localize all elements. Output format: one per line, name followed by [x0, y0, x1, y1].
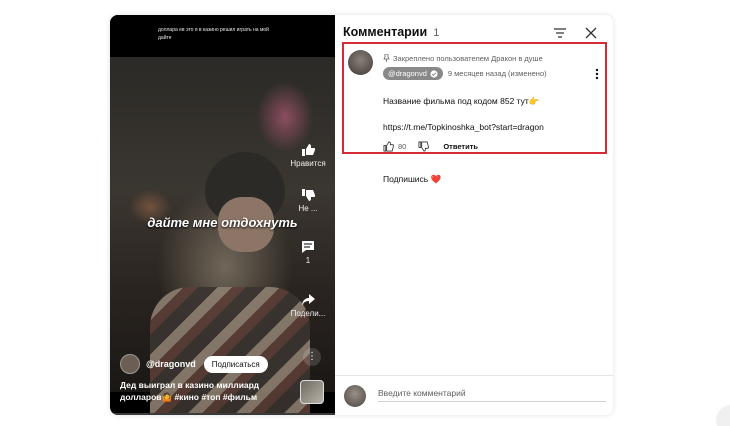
comment-input[interactable]	[378, 384, 606, 402]
dislike-label: Не ...	[298, 204, 318, 213]
comment-menu-icon[interactable]	[592, 67, 602, 81]
comments-panel: Комментарии 1 Закреплено пользователем Д…	[335, 15, 613, 415]
comment-text-link[interactable]: https://t.me/Topkinoshka_bot?start=drago…	[383, 121, 598, 134]
video-top-caption-line2: дайте	[158, 35, 172, 41]
thumb-up-icon	[302, 144, 315, 156]
comments-count-label: 1	[305, 256, 311, 265]
share-label: Подели...	[290, 309, 326, 318]
like-label: Нравится	[290, 159, 326, 168]
share-action[interactable]: Подели...	[288, 293, 328, 318]
current-user-avatar	[344, 385, 366, 407]
comment-author-row: @dragonvd 9 месяцев назад (изменено)	[383, 67, 547, 80]
comments-count: 1	[433, 27, 440, 39]
like-action[interactable]: Нравится	[288, 143, 328, 168]
subscribe-button[interactable]: Подписаться	[203, 355, 268, 373]
share-icon	[302, 294, 315, 306]
video-progress-bar[interactable]	[110, 413, 335, 415]
comment-text-line4: Подпишись ❤️	[383, 174, 442, 184]
corner-floating-button[interactable]	[716, 405, 730, 426]
reply-button[interactable]: Ответить	[443, 142, 478, 151]
video-top-caption-line1: доллара ев это я в казино решил играть н…	[158, 27, 269, 33]
thumb-down-icon[interactable]	[418, 141, 430, 152]
comment-composer	[335, 375, 613, 415]
video-top-caption: доллара ев это я в казино решил играть н…	[158, 26, 278, 42]
pin-icon	[383, 54, 390, 62]
comment-icon	[302, 241, 314, 253]
dislike-action[interactable]: Не ...	[288, 188, 328, 213]
channel-name[interactable]: @dragonvd	[146, 359, 196, 369]
video-subtitle: дайте мне отдохнуть	[147, 215, 298, 230]
close-icon[interactable]	[584, 26, 598, 40]
comments-action[interactable]: 1	[288, 240, 328, 265]
video-player[interactable]: доллара ев это я в казино решил играть н…	[110, 15, 335, 415]
comment-author-avatar[interactable]	[348, 50, 373, 75]
comment-actions: 80 Ответить	[383, 141, 478, 152]
video-description[interactable]: Дед выиграл в казино миллиард долларов🤷 …	[120, 379, 295, 403]
comment-time[interactable]: 9 месяцев назад (изменено)	[448, 69, 547, 78]
comment-text-line1: Название фильма под кодом 852 тут👉	[383, 96, 540, 106]
comment-author-chip[interactable]: @dragonvd	[383, 67, 443, 80]
video-top-bar: доллара ев это я в казино решил играть н…	[110, 15, 335, 57]
page: доллара ев это я в казино решил играть н…	[0, 0, 730, 426]
comment-author-name: @dragonvd	[388, 69, 427, 78]
shorts-player-card: доллара ев это я в казино решил играть н…	[110, 15, 613, 415]
sort-icon[interactable]	[553, 27, 567, 39]
thumb-down-icon	[302, 189, 315, 201]
next-video-thumbnail[interactable]	[300, 380, 324, 404]
like-count: 80	[398, 142, 407, 151]
pinned-comment-highlight: Закреплено пользователем Дракон в душе @…	[342, 42, 607, 184]
channel-row: @dragonvd Подписаться	[120, 353, 268, 375]
more-vertical-icon[interactable]: ⋮	[303, 348, 321, 366]
channel-avatar[interactable]	[120, 354, 140, 374]
pinned-by-text: Закреплено пользователем Дракон в душе	[393, 54, 543, 63]
thumb-up-icon[interactable]	[383, 141, 394, 152]
creator-check-icon	[430, 69, 438, 78]
comments-title: Комментарии	[343, 25, 428, 39]
pinned-label: Закреплено пользователем Дракон в душе	[383, 54, 543, 63]
